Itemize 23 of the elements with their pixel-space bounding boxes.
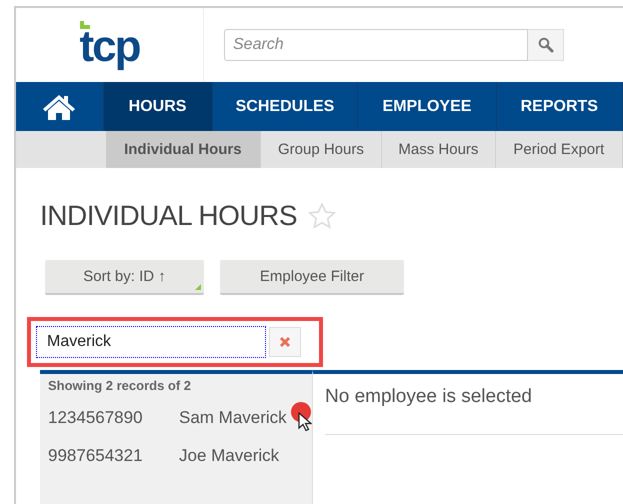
search-button[interactable] xyxy=(528,29,564,61)
sort-button[interactable]: Sort by: ID ↑ xyxy=(45,260,204,295)
corner-icon xyxy=(195,284,201,290)
empty-message: No employee is selected xyxy=(325,386,533,409)
record-name: Joe Maverick xyxy=(179,446,280,466)
record-id: 1234567890 xyxy=(48,408,144,428)
logo: tcp xyxy=(80,21,140,69)
close-icon xyxy=(279,336,291,348)
cursor-icon xyxy=(298,412,312,432)
nav-tab[interactable]: HOURS xyxy=(104,82,213,131)
star-icon[interactable] xyxy=(307,201,338,231)
search-field[interactable]: Search xyxy=(224,29,528,61)
home-icon xyxy=(42,92,76,120)
page-title: INDIVIDUAL HOURS xyxy=(40,200,298,232)
clear-button[interactable] xyxy=(269,327,301,357)
record-row[interactable]: 9987654321 Joe Maverick xyxy=(48,437,312,475)
search-icon xyxy=(538,37,554,53)
subnav-tab[interactable]: Individual Hours xyxy=(106,131,261,168)
record-id: 9987654321 xyxy=(48,446,144,466)
record-name: Sam Maverick xyxy=(179,408,287,428)
records-summary: Showing 2 records of 2 xyxy=(48,378,192,393)
filter-button[interactable]: Employee Filter xyxy=(220,260,404,295)
filter-field[interactable]: Maverick xyxy=(36,326,266,358)
